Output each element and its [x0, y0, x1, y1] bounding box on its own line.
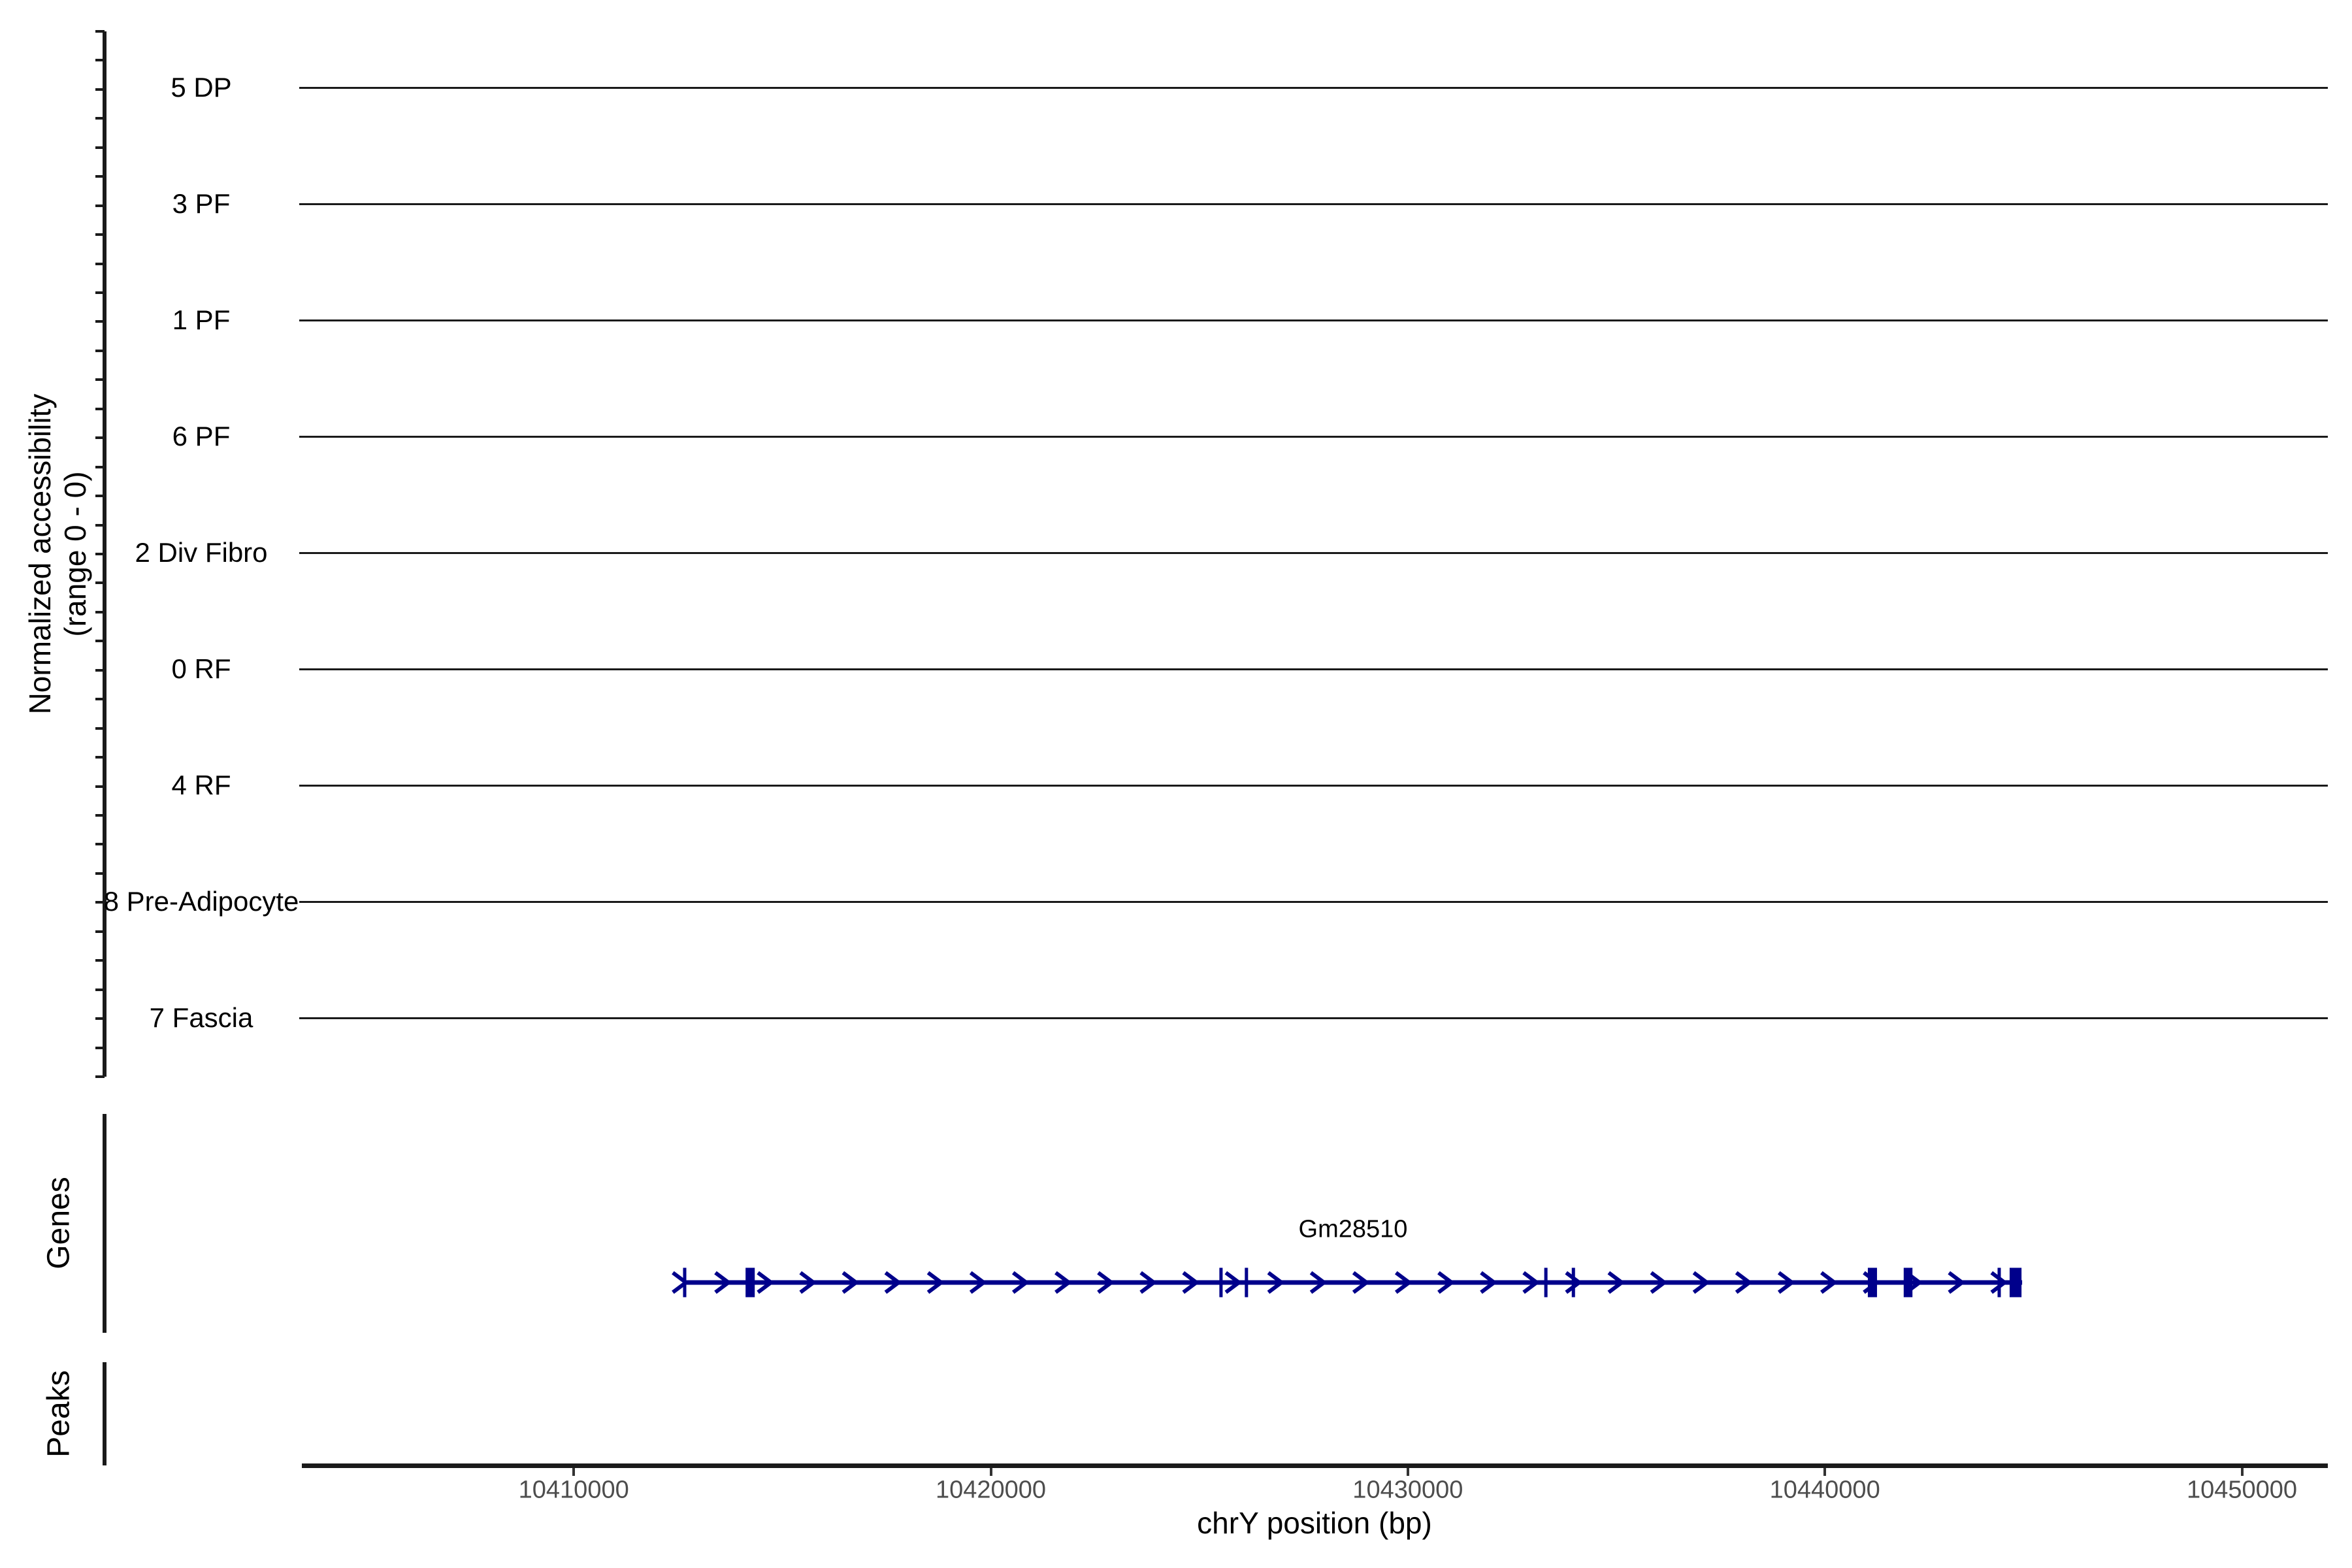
gene-exon-tick — [1544, 1268, 1548, 1298]
gene-exon-block — [1904, 1268, 1912, 1298]
gene-exon-tick — [1572, 1268, 1575, 1298]
gene-exon-block — [1868, 1268, 1877, 1298]
gene-exon-tick — [683, 1268, 686, 1298]
peaks-section-label: Peaks — [41, 1370, 77, 1457]
x-axis-tick — [2241, 1468, 2244, 1476]
x-axis-tick — [1823, 1468, 1826, 1476]
gene-exon-tick — [1219, 1268, 1222, 1298]
gene-exon-tick — [1245, 1268, 1248, 1298]
gene-exon-tick — [1997, 1268, 2001, 1298]
x-axis-tick — [1407, 1468, 1409, 1476]
x-axis-tick-label: 10450000 — [2187, 1477, 2297, 1505]
x-axis-line — [302, 1463, 2328, 1468]
peaks-bracket — [103, 1362, 106, 1465]
x-axis-tick-label: 10440000 — [1770, 1477, 1880, 1505]
gene-exon-block — [2010, 1268, 2021, 1298]
x-axis-tick — [990, 1468, 992, 1476]
gene-exon-block — [745, 1268, 755, 1298]
x-axis-tick — [572, 1468, 575, 1476]
figure-canvas: Normalized accessibility (range 0 - 0) 5… — [0, 0, 2352, 1568]
x-axis-tick-label: 10420000 — [936, 1477, 1046, 1505]
x-axis-title: chrY position (bp) — [1197, 1505, 1432, 1541]
x-axis-tick-label: 10410000 — [519, 1477, 629, 1505]
gene-model-glyph — [0, 0, 2352, 1568]
x-axis-tick-label: 10430000 — [1352, 1477, 1463, 1505]
